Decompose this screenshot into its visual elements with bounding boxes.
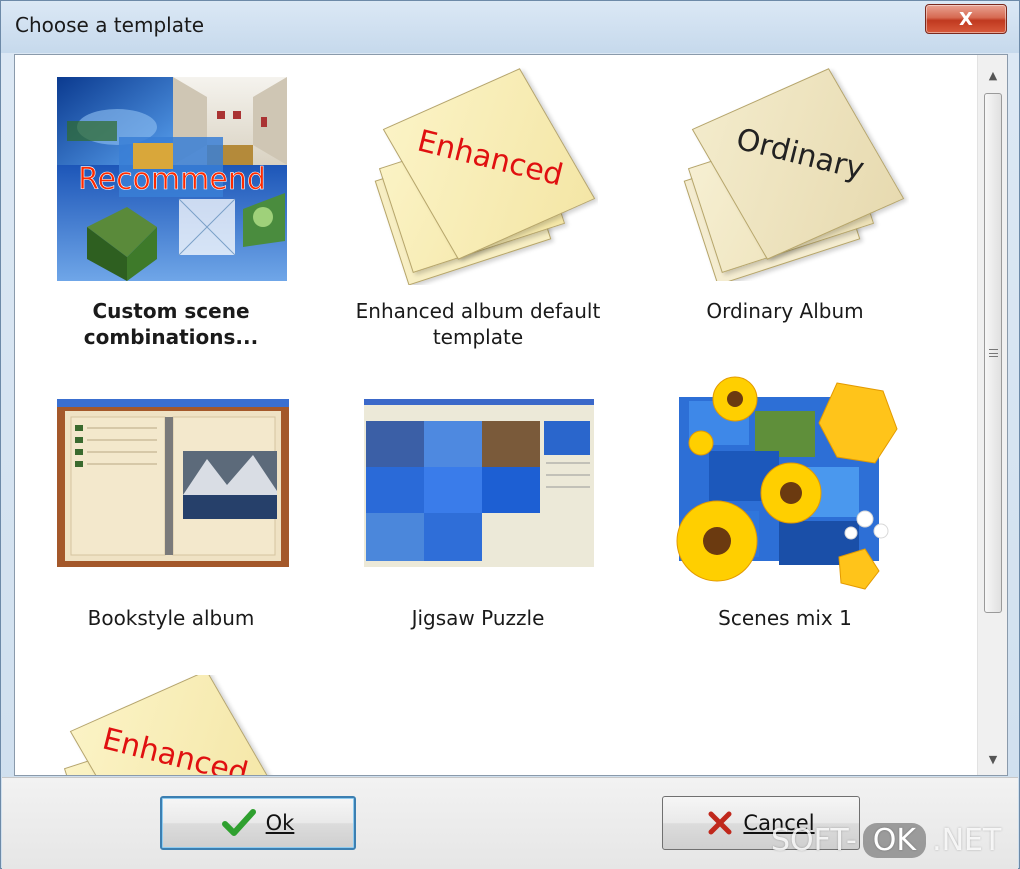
enhanced-pages-icon: Enhanced [51,675,291,775]
scenes-mix-collage-image [676,376,898,590]
checkmark-icon [221,809,256,836]
jigsaw-preview-image [364,399,594,567]
scroll-down-arrow-icon[interactable]: ▼ [978,745,1007,773]
jigsaw-thumbnail [364,399,594,567]
bookstyle-thumbnail [57,399,289,567]
close-button[interactable]: X [925,4,1007,34]
dialog-title: Choose a template [15,13,205,37]
recommend-thumb-text: Recommend [78,162,266,197]
grip-icon [989,349,998,357]
watermark-badge: OK [862,823,927,858]
template-gallery: Recommend Custom scene combinations... E… [14,54,1008,776]
template-label: Enhanced album default template [355,299,601,349]
recommend-collage-image: Recommend [57,77,287,281]
ok-button[interactable]: Ok [160,796,356,850]
vertical-scrollbar[interactable]: ▲ ▼ [977,55,1007,775]
scroll-thumb[interactable] [984,93,1002,613]
template-dialog: Choose a template X Recommend Custom sce… [0,0,1020,869]
template-label: Scenes mix 1 [718,606,852,630]
template-label: Ordinary Album [706,299,864,323]
ok-button-label: Ok [265,811,295,835]
x-icon [708,811,732,835]
watermark-right: .NET [932,823,1002,858]
watermark-left: SOFT- [771,823,857,858]
bookstyle-preview-image [57,399,289,567]
template-label: Bookstyle album [87,606,255,630]
template-label: Jigsaw Puzzle [411,606,545,630]
scenes-mix-thumbnail [669,371,901,595]
title-bar: Choose a template X [1,1,1019,53]
watermark: SOFT- OK .NET [771,823,1001,858]
template-label: Custom scene combinations... [83,299,259,349]
recommend-thumbnail: Recommend [57,77,287,281]
scroll-up-arrow-icon[interactable]: ▲ [978,61,1007,89]
enhanced-pages-icon: Enhanced [358,63,598,285]
ordinary-pages-icon: Ordinary [669,59,909,281]
